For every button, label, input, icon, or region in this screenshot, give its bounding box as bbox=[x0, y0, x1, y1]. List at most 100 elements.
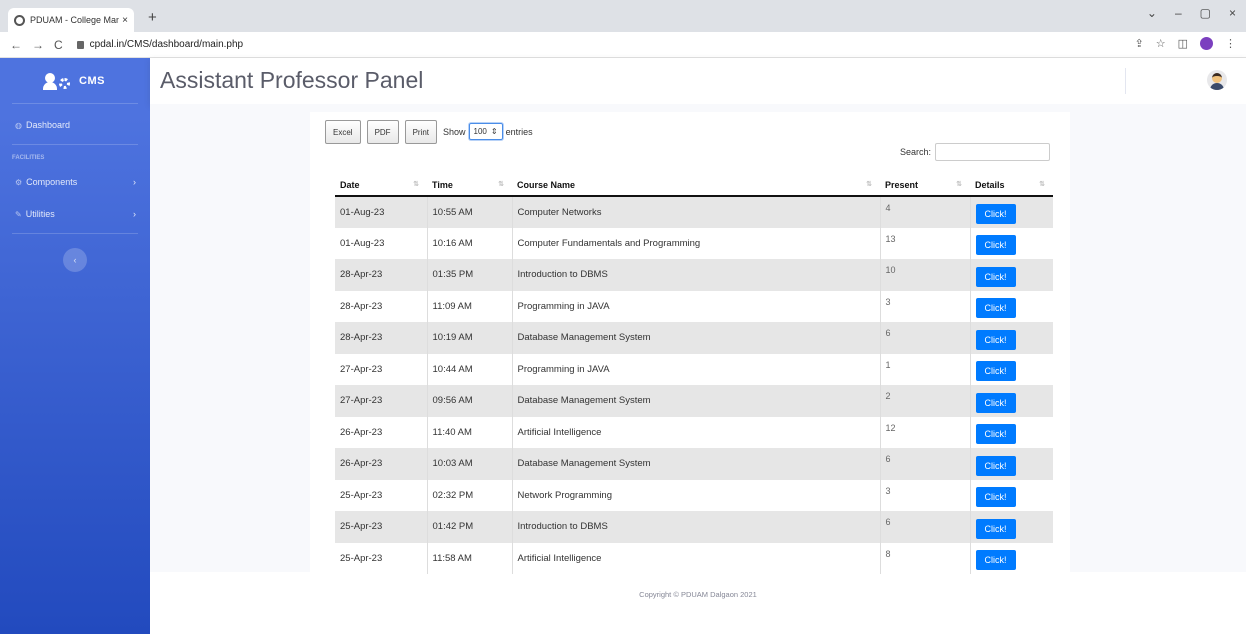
users-cog-icon bbox=[43, 72, 71, 90]
sidebar-divider bbox=[12, 144, 138, 145]
pdf-button[interactable]: PDF bbox=[366, 120, 399, 144]
sidebar-heading: FACILITIES bbox=[12, 155, 45, 161]
cell-course-name: Database Management System bbox=[511, 385, 880, 417]
forward-icon[interactable]: → bbox=[32, 38, 44, 52]
cell-details: Click! bbox=[969, 196, 1053, 228]
menu-icon[interactable]: ⋮ bbox=[1225, 37, 1236, 50]
details-click-button[interactable]: Click! bbox=[975, 266, 1016, 287]
table-row: 01-Aug-23 10:16 AM Computer Fundamentals a… bbox=[335, 227, 1053, 259]
sidebar-brand[interactable]: CMS bbox=[12, 58, 138, 104]
browser-tab[interactable]: PDUAM - College Management × bbox=[8, 8, 134, 32]
sidebar-toggle-button[interactable]: ‹ bbox=[63, 248, 87, 272]
cell-course-name: Computer Networks bbox=[511, 196, 880, 228]
details-click-button[interactable]: Click! bbox=[975, 204, 1016, 225]
footer-copyright: Copyright © PDUAM Dalgaon 2021 bbox=[639, 590, 757, 599]
cell-present: 6 bbox=[879, 511, 970, 543]
tab-close-icon[interactable]: × bbox=[122, 15, 128, 26]
details-click-button[interactable]: Click! bbox=[975, 361, 1016, 382]
details-click-button[interactable]: Click! bbox=[975, 329, 1016, 350]
cell-time: 11:40 AM bbox=[426, 416, 512, 448]
details-click-button[interactable]: Click! bbox=[975, 487, 1016, 508]
cell-time: 10:03 AM bbox=[426, 448, 512, 480]
column-header-date[interactable]: Date ⇅ bbox=[335, 174, 427, 197]
wrench-icon: ✎ bbox=[15, 209, 22, 219]
table-row: 01-Aug-23 10:55 AM Computer Networks 4 Click… bbox=[335, 196, 1053, 228]
details-click-button[interactable]: Click! bbox=[975, 550, 1016, 571]
cell-details: Click! bbox=[969, 511, 1053, 543]
select-arrows-icon: ⇕ bbox=[490, 127, 498, 136]
back-icon[interactable]: ← bbox=[10, 38, 22, 52]
chevron-right-icon: › bbox=[133, 177, 136, 187]
table-row: 27-Apr-23 09:56 AM Database Management Sys… bbox=[335, 385, 1053, 417]
globe-icon bbox=[14, 14, 25, 26]
table-row: 25-Apr-23 02:32 PM Network Programming 3 Cli… bbox=[335, 479, 1053, 511]
column-header-present[interactable]: Present ⇅ bbox=[880, 174, 970, 197]
cell-present: 12 bbox=[879, 416, 970, 448]
table-row: 27-Apr-23 10:44 AM Programming in JAVA 1 Cli… bbox=[335, 353, 1053, 385]
bookmark-star-icon[interactable]: ☆ bbox=[1156, 37, 1166, 50]
entries-select-value: 100 bbox=[473, 127, 487, 136]
avatar[interactable] bbox=[1207, 70, 1227, 90]
cell-time: 10:44 AM bbox=[426, 353, 512, 385]
table-header-row: Date ⇅ Time ⇅ Course Name ⇅ Present ⇅ Detail… bbox=[335, 174, 1053, 197]
entries-label: entries bbox=[505, 126, 533, 137]
details-click-button[interactable]: Click! bbox=[975, 235, 1016, 256]
cell-time: 10:16 AM bbox=[426, 227, 512, 259]
column-header-time[interactable]: Time ⇅ bbox=[427, 174, 512, 197]
cell-date: 25-Apr-23 bbox=[335, 511, 427, 543]
profile-icon[interactable] bbox=[1200, 37, 1213, 50]
cell-present: 3 bbox=[879, 479, 970, 511]
sidebar-item-label: Dashboard bbox=[25, 120, 71, 130]
column-header-details[interactable]: Details ⇅ bbox=[970, 174, 1053, 197]
cell-present: 4 bbox=[879, 196, 970, 228]
entries-select[interactable]: 100 ⇕ bbox=[468, 123, 503, 140]
sidebar-divider bbox=[12, 233, 138, 234]
details-click-button[interactable]: Click! bbox=[975, 298, 1016, 319]
cell-time: 09:56 AM bbox=[426, 385, 512, 417]
table-row: 26-Apr-23 11:40 AM Artificial Intelligence… bbox=[335, 416, 1053, 448]
details-click-button[interactable]: Click! bbox=[975, 424, 1016, 445]
cell-details: Click! bbox=[969, 448, 1053, 480]
close-window-icon[interactable]: × bbox=[1229, 6, 1236, 20]
window-controls: ⌄ – ▢ × bbox=[1147, 6, 1236, 20]
cell-present: 1 bbox=[879, 353, 970, 385]
sidebar-item-utilities[interactable]: ✎ Utilities › bbox=[0, 203, 150, 225]
sidebar-item-dashboard[interactable]: ◍ Dashboard bbox=[0, 114, 150, 136]
minimize-icon[interactable]: – bbox=[1175, 6, 1182, 20]
cell-course-name: Artificial Intelligence bbox=[511, 542, 880, 574]
share-icon[interactable]: ⇪ bbox=[1135, 37, 1144, 50]
address-bar: ← → C cpdal.in/CMS/dashboard/main.php ⇪ … bbox=[0, 32, 1246, 58]
excel-button[interactable]: Excel bbox=[325, 120, 361, 144]
details-click-button[interactable]: Click! bbox=[975, 455, 1016, 476]
search-input[interactable] bbox=[935, 143, 1051, 161]
details-click-button[interactable]: Click! bbox=[975, 392, 1016, 413]
table-row: 25-Apr-23 11:58 AM Artificial Intelligence… bbox=[335, 542, 1053, 574]
cell-details: Click! bbox=[969, 290, 1053, 322]
topbar-divider bbox=[1125, 68, 1126, 94]
details-click-button[interactable]: Click! bbox=[975, 518, 1016, 539]
new-tab-icon[interactable]: + bbox=[148, 9, 157, 26]
cell-course-name: Programming in JAVA bbox=[511, 290, 880, 322]
cell-date: 25-Apr-23 bbox=[335, 542, 427, 574]
sidebar-item-components[interactable]: ⚙ Components › bbox=[0, 171, 150, 193]
lock-icon bbox=[76, 40, 84, 49]
column-header-course[interactable]: Course Name ⇅ bbox=[512, 174, 880, 197]
maximize-icon[interactable]: ▢ bbox=[1200, 6, 1211, 20]
cell-course-name: Computer Fundamentals and Programming bbox=[511, 227, 880, 259]
cell-present: 6 bbox=[879, 322, 970, 354]
tab-search-icon[interactable]: ⌄ bbox=[1147, 6, 1157, 20]
sidebar: CMS ◍ Dashboard FACILITIES ⚙ Components … bbox=[0, 58, 150, 634]
brand-text: CMS bbox=[79, 74, 105, 87]
cell-course-name: Introduction to DBMS bbox=[511, 511, 880, 543]
search-control: Search: bbox=[900, 143, 1051, 161]
reload-icon[interactable]: C bbox=[54, 38, 63, 52]
url-field[interactable]: cpdal.in/CMS/dashboard/main.php bbox=[76, 39, 243, 50]
cell-course-name: Database Management System bbox=[511, 322, 880, 354]
sort-icon: ⇅ bbox=[956, 181, 962, 188]
print-button[interactable]: Print bbox=[404, 120, 438, 144]
table-row: 28-Apr-23 01:35 PM Introduction to DBMS 10 C… bbox=[335, 259, 1053, 291]
side-panel-icon[interactable]: ◫ bbox=[1178, 37, 1188, 50]
cell-details: Click! bbox=[969, 416, 1053, 448]
table-row: 28-Apr-23 11:09 AM Programming in JAVA 3 Cli… bbox=[335, 290, 1053, 322]
cell-present: 2 bbox=[879, 385, 970, 417]
